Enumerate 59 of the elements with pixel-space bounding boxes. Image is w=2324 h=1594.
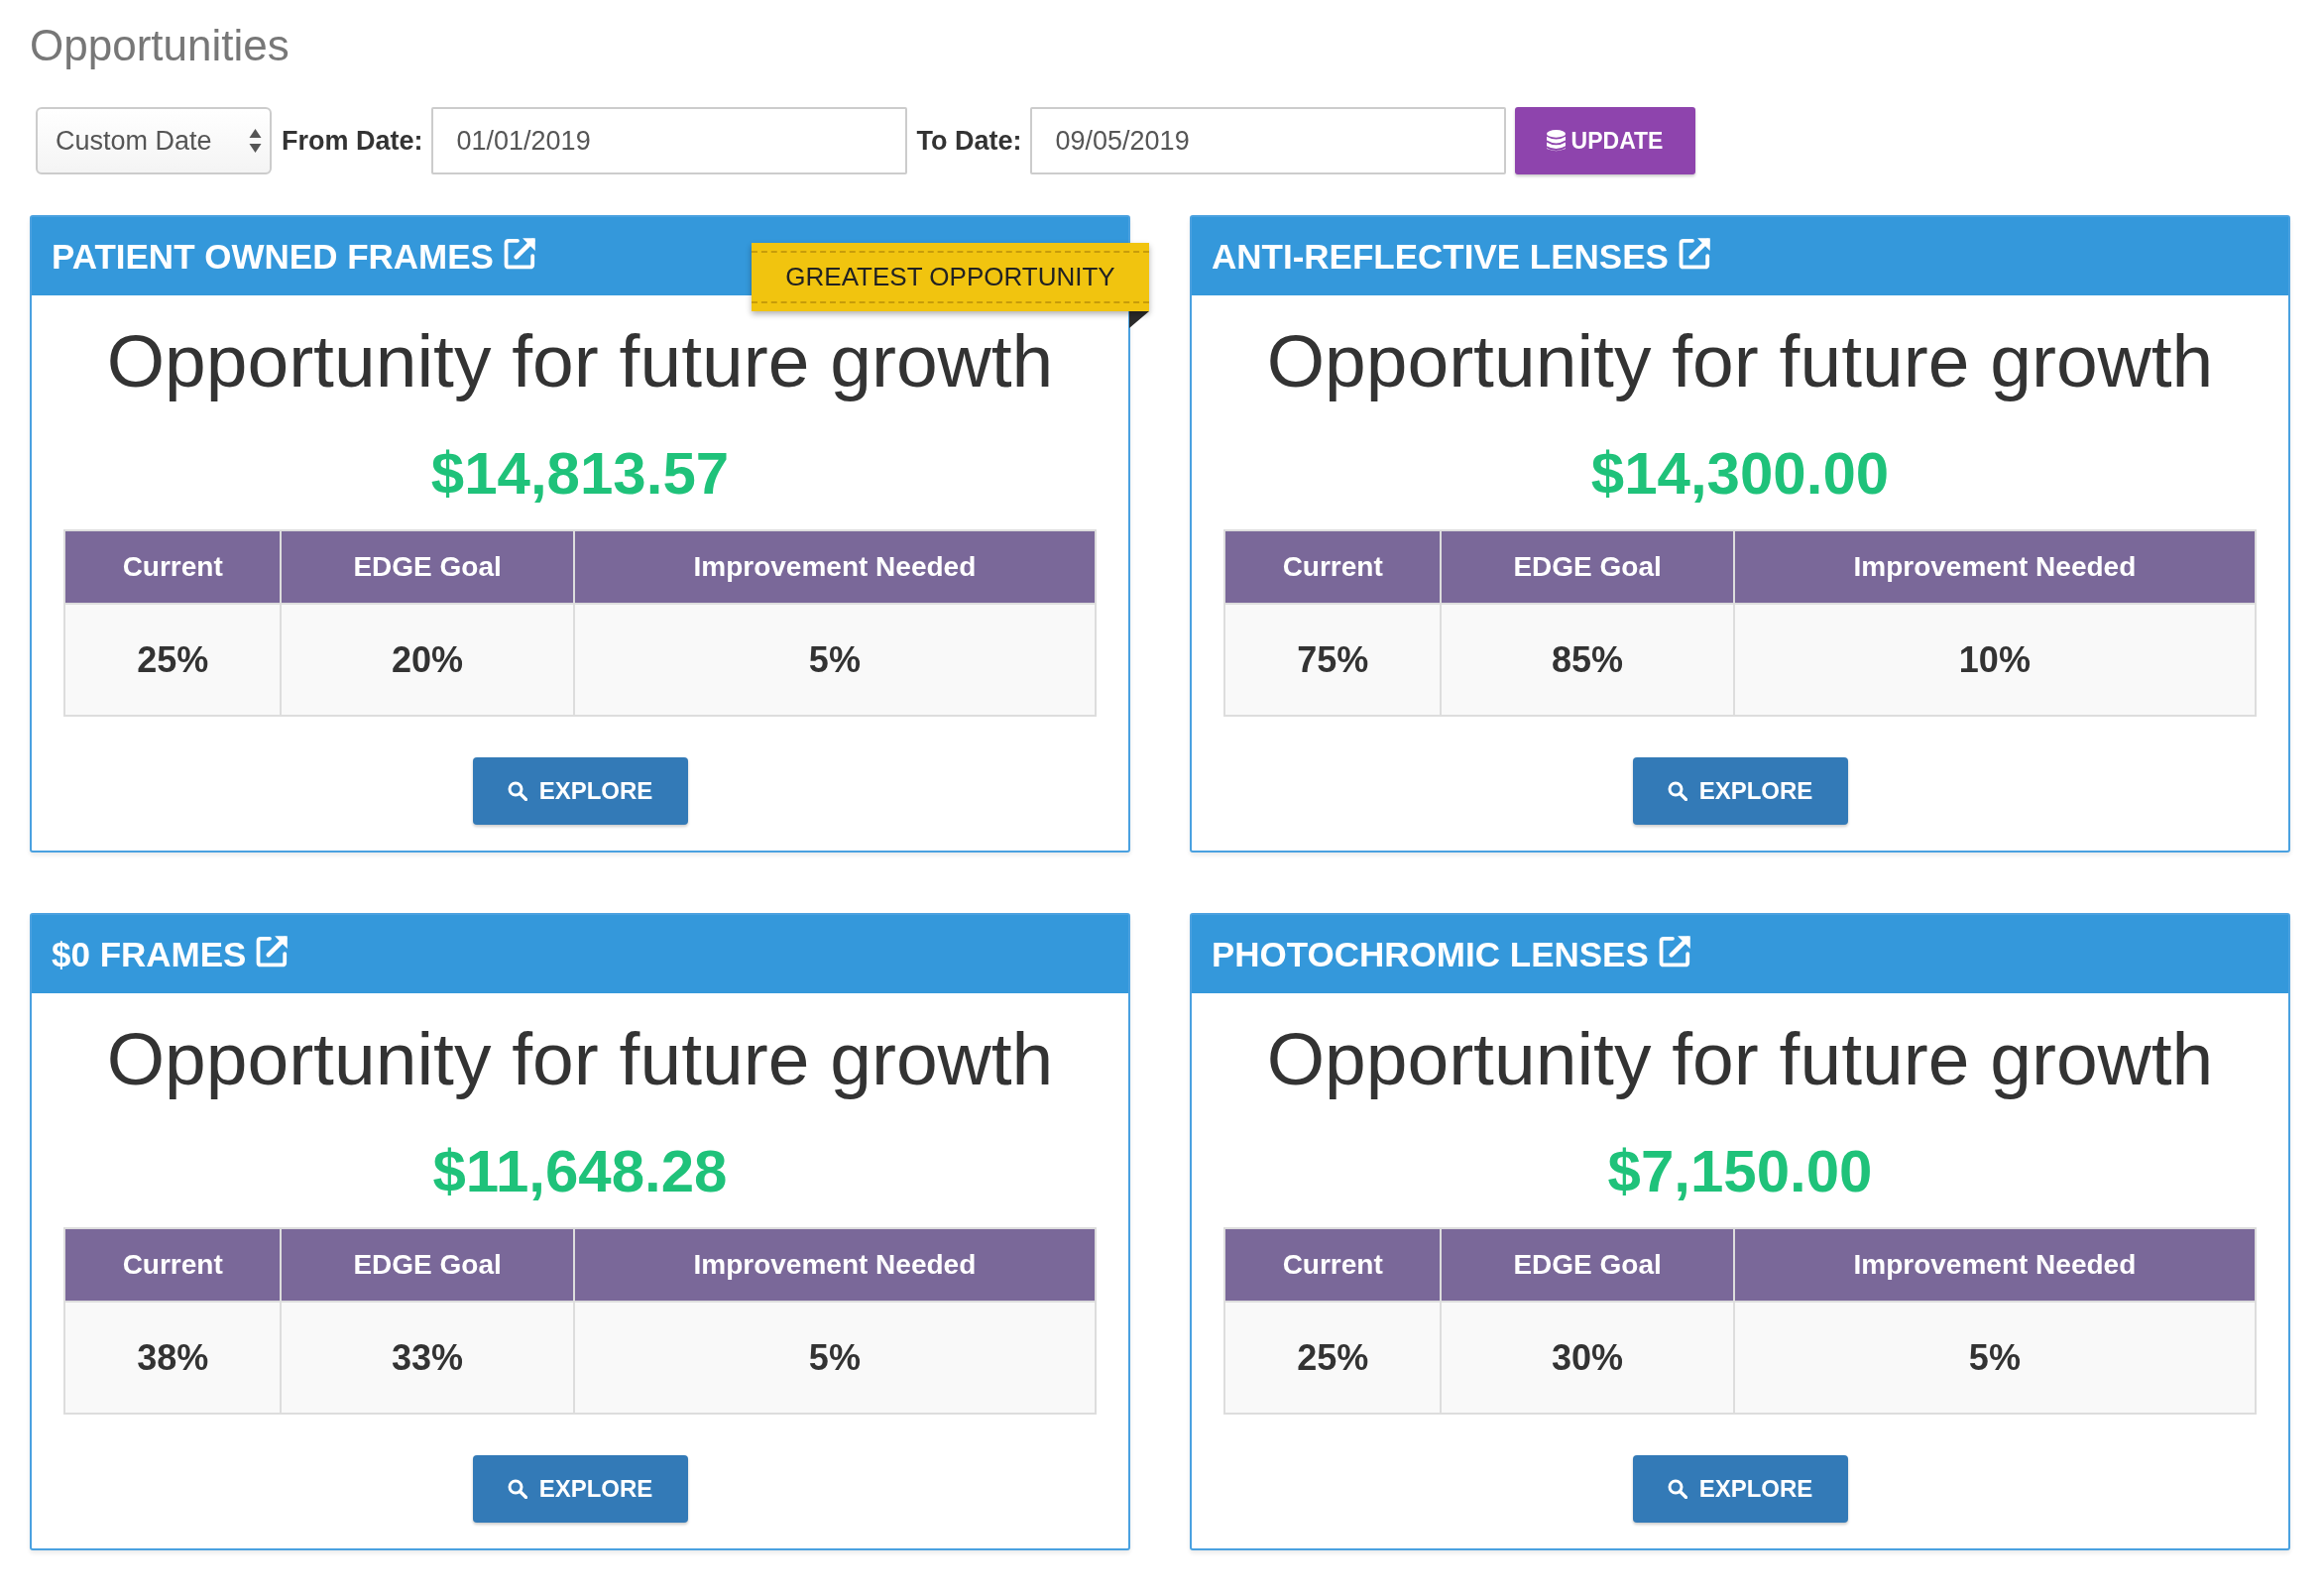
table-cell: 38% xyxy=(64,1302,282,1414)
table-cell: 75% xyxy=(1224,604,1442,716)
amount: $14,813.57 xyxy=(430,439,730,509)
table-cell: 25% xyxy=(1224,1302,1442,1414)
table-cell: 5% xyxy=(1733,1302,2256,1414)
external-link-icon[interactable] xyxy=(503,237,536,270)
card-title: PATIENT OWNED FRAMES xyxy=(52,236,494,277)
table-header-cell: EDGE Goal xyxy=(281,530,574,604)
up-down-arrows-icon xyxy=(249,129,262,153)
explore-button[interactable]: EXPLORE xyxy=(472,1455,688,1523)
explore-button[interactable]: EXPLORE xyxy=(1632,757,1848,825)
card-headline: Opportunity for future growth xyxy=(1266,318,2214,404)
card-title: $0 FRAMES xyxy=(52,934,247,974)
external-link-icon[interactable] xyxy=(256,935,290,968)
amount: $7,150.00 xyxy=(1607,1137,1873,1206)
card-headline: Opportunity for future growth xyxy=(1266,1016,2214,1102)
table-header-cell: EDGE Goal xyxy=(1441,530,1734,604)
table-cell: 20% xyxy=(281,604,574,716)
table-header-cell: Current xyxy=(1224,1228,1442,1302)
table-header-cell: Current xyxy=(1224,530,1442,604)
card-headline: Opportunity for future growth xyxy=(106,318,1054,404)
amount: $14,300.00 xyxy=(1590,439,1890,509)
amount: $11,648.28 xyxy=(432,1137,728,1206)
table-header-cell: EDGE Goal xyxy=(1441,1228,1734,1302)
table-header-cell: Improvement Needed xyxy=(573,1228,1096,1302)
to-date-label: To Date: xyxy=(916,125,1022,157)
table-cell: 5% xyxy=(573,604,1096,716)
explore-button[interactable]: EXPLORE xyxy=(1632,1455,1848,1523)
table-cell: 85% xyxy=(1441,604,1734,716)
search-icon xyxy=(1667,781,1687,801)
card-title: ANTI-REFLECTIVE LENSES xyxy=(1212,236,1669,277)
table-cell: 5% xyxy=(573,1302,1096,1414)
card-title: PHOTOCHROMIC LENSES xyxy=(1212,934,1649,974)
date-range-select[interactable]: Custom Date xyxy=(36,107,272,174)
table-header-cell: Current xyxy=(64,530,282,604)
table-cell: 33% xyxy=(281,1302,574,1414)
table-header-cell: EDGE Goal xyxy=(281,1228,574,1302)
page-title: Opportunities xyxy=(29,20,290,71)
database-icon xyxy=(1546,129,1566,153)
ribbon-fold-icon xyxy=(1129,311,1149,328)
external-link-icon[interactable] xyxy=(1678,237,1711,270)
update-button[interactable]: UPDATE xyxy=(1514,107,1695,174)
explore-button[interactable]: EXPLORE xyxy=(472,757,688,825)
table-header-cell: Improvement Needed xyxy=(1733,530,2256,604)
table-header-cell: Improvement Needed xyxy=(1733,1228,2256,1302)
table-header-cell: Current xyxy=(64,1228,282,1302)
from-date-field[interactable]: 01/01/2019 xyxy=(430,107,907,174)
search-icon xyxy=(507,1479,527,1499)
card-headline: Opportunity for future growth xyxy=(106,1016,1054,1102)
table-cell: 30% xyxy=(1441,1302,1734,1414)
search-icon xyxy=(507,781,527,801)
ribbon: GREATEST OPPORTUNITY xyxy=(752,243,1149,311)
table-cell: 10% xyxy=(1733,604,2256,716)
to-date-field[interactable]: 09/05/2019 xyxy=(1029,107,1506,174)
table-header-cell: Improvement Needed xyxy=(573,530,1096,604)
table-cell: 25% xyxy=(64,604,282,716)
from-date-label: From Date: xyxy=(282,125,423,157)
external-link-icon[interactable] xyxy=(1658,935,1691,968)
search-icon xyxy=(1667,1479,1687,1499)
